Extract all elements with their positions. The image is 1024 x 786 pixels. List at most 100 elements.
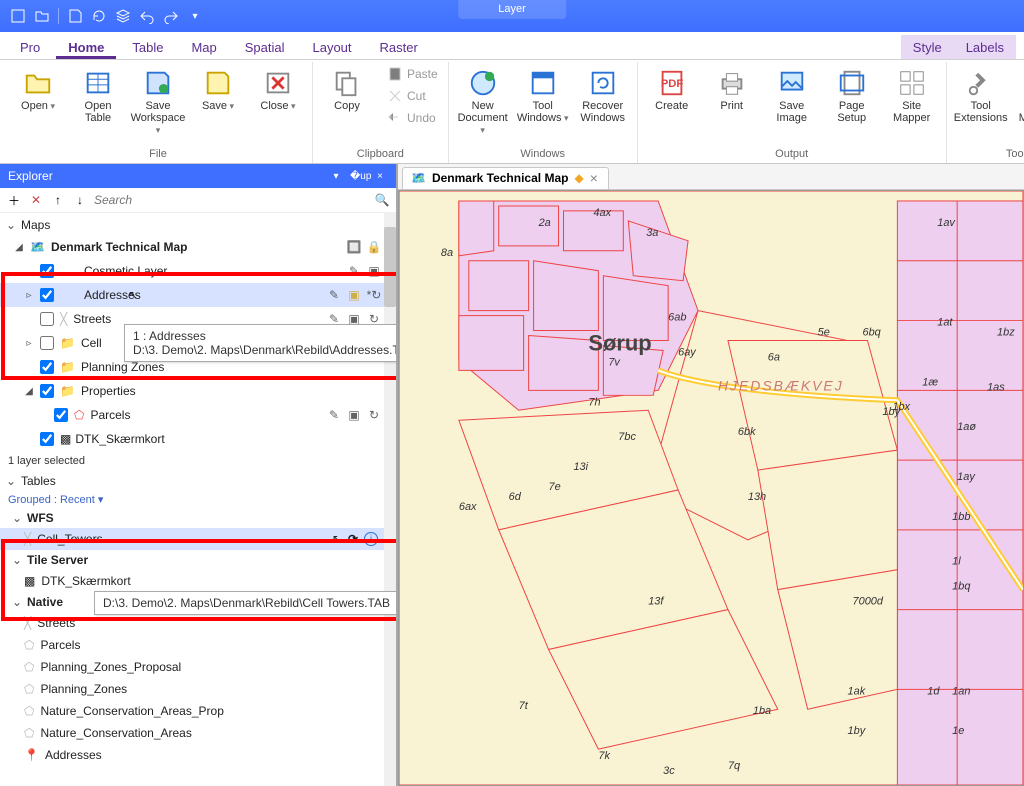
layer-cell-visible[interactable] <box>40 336 54 350</box>
tab-map[interactable]: Map <box>179 35 228 59</box>
table-dtk-tile[interactable]: ▩DTK_Skærmkort <box>0 570 396 592</box>
add-icon[interactable]: ＋ <box>6 192 22 208</box>
map-name: Denmark Technical Map <box>51 240 340 254</box>
page-setup-button[interactable]: Page Setup <box>824 64 880 127</box>
paste-button[interactable]: Paste <box>383 64 442 84</box>
layer-cosmetic-visible[interactable] <box>40 264 54 278</box>
undo-button[interactable]: Undo <box>383 108 442 128</box>
document-tab[interactable]: 🗺️ Denmark Technical Map ◆ × <box>402 167 609 189</box>
layer-properties[interactable]: ◢ 📁 Properties <box>0 379 396 403</box>
label-icon[interactable]: ▣ <box>366 263 382 279</box>
move-up-icon[interactable]: ↑ <box>50 192 66 208</box>
marketplace-button[interactable]: MapInfo Marketplace <box>1013 64 1024 127</box>
map-root[interactable]: ◢ 🗺️ Denmark Technical Map 🔲🔒 <box>0 235 396 259</box>
tool-extensions-button[interactable]: Tool Extensions <box>953 64 1009 127</box>
lock-icon[interactable]: 🔒 <box>366 239 382 255</box>
zoom-icon[interactable]: 🔲 <box>346 239 362 255</box>
close-button[interactable]: Close <box>250 64 306 115</box>
table-addresses[interactable]: 📍Addresses <box>0 744 396 766</box>
qa-more-icon[interactable]: ▾ <box>185 6 205 26</box>
table-pz-proposal[interactable]: ⬠Planning_Zones_Proposal <box>0 656 396 678</box>
print-button[interactable]: Print <box>704 64 760 115</box>
new-document-button[interactable]: New Document <box>455 64 511 139</box>
ribbon: Open Open Table Save Workspace Save Clos… <box>0 60 1024 164</box>
explorer-tree[interactable]: ⌄Maps ◢ 🗺️ Denmark Technical Map 🔲🔒 Cosm… <box>0 213 396 786</box>
table-pz[interactable]: ⬠Planning_Zones <box>0 678 396 700</box>
layer-addresses[interactable]: ▹ Addresses ↖ ✎▣*↻ <box>0 283 396 307</box>
tab-labels[interactable]: Labels <box>954 35 1016 59</box>
edit-icon[interactable]: ✎ <box>346 263 362 279</box>
explorer-scrollbar[interactable] <box>384 213 396 786</box>
close-tab-icon[interactable]: × <box>590 171 598 185</box>
wfs-group[interactable]: ⌄WFS <box>0 508 396 528</box>
qa-open-icon[interactable] <box>32 6 52 26</box>
edit-icon[interactable]: ✎ <box>326 407 342 423</box>
create-button[interactable]: PDFCreate <box>644 64 700 115</box>
grouped-indicator[interactable]: Grouped : Recent ▾ <box>0 491 396 508</box>
label-icon[interactable]: ▣ <box>346 287 362 303</box>
layer-parcels[interactable]: ⬠ Parcels ✎▣↻ <box>0 403 396 427</box>
table-nca-prop[interactable]: ⬠Nature_Conservation_Areas_Prop <box>0 700 396 722</box>
map-canvas[interactable]: Sørup HJEDSBÆKVEJ 2a 4ax 3a 8a 6ab 6ay 7… <box>398 190 1024 786</box>
tool-windows-button[interactable]: Tool Windows <box>515 64 571 127</box>
layer-cosmetic[interactable]: Cosmetic Layer ✎▣ <box>0 259 396 283</box>
tables-section[interactable]: ⌄Tables <box>0 471 396 491</box>
maps-section[interactable]: ⌄Maps <box>0 215 396 235</box>
refresh-icon[interactable]: *↻ <box>366 287 382 303</box>
layer-pz-visible[interactable] <box>40 360 54 374</box>
save-button[interactable]: Save <box>190 64 246 115</box>
tooltip-line1: 1 : Addresses <box>133 329 396 343</box>
tab-layout[interactable]: Layout <box>300 35 363 59</box>
polygon-icon: ⬠ <box>24 682 34 696</box>
ribbon-group-clipboard: Copy Paste Cut Undo Clipboard <box>313 62 449 163</box>
panel-options-icon[interactable]: ▾ <box>328 171 344 182</box>
table-cell-towers[interactable]: ╳ Cell_Towers ↖ ⟳i <box>0 528 396 550</box>
table-parcels[interactable]: ⬠Parcels <box>0 634 396 656</box>
tab-spatial[interactable]: Spatial <box>233 35 297 59</box>
move-down-icon[interactable]: ↓ <box>72 192 88 208</box>
panel-close-icon[interactable]: × <box>372 171 388 182</box>
layer-properties-visible[interactable] <box>40 384 54 398</box>
search-icon[interactable]: 🔍 <box>374 192 390 208</box>
tab-style[interactable]: Style <box>901 35 954 59</box>
table-nca[interactable]: ⬠Nature_Conservation_Areas <box>0 722 396 744</box>
save-workspace-button[interactable]: Save Workspace <box>130 64 186 139</box>
site-mapper-button[interactable]: Site Mapper <box>884 64 940 127</box>
folder-icon: 📁 <box>60 360 75 374</box>
refresh-icon[interactable]: ⟳ <box>348 532 358 546</box>
layer-dtk-visible[interactable] <box>40 432 54 446</box>
qa-refresh-icon[interactable] <box>89 6 109 26</box>
tab-raster[interactable]: Raster <box>368 35 430 59</box>
group-label-file: File <box>10 148 306 162</box>
open-table-button[interactable]: Open Table <box>70 64 126 127</box>
remove-icon[interactable]: ✕ <box>28 192 44 208</box>
search-input[interactable] <box>94 193 368 207</box>
edit-icon[interactable]: ✎ <box>326 287 342 303</box>
layer-dtk[interactable]: ▩ DTK_Skærmkort <box>0 427 396 451</box>
layer-addresses-visible[interactable] <box>40 288 54 302</box>
tab-home[interactable]: Home <box>56 35 116 59</box>
tileserver-group[interactable]: ⌄Tile Server <box>0 550 396 570</box>
svg-text:1bz: 1bz <box>997 327 1015 339</box>
cut-button[interactable]: Cut <box>383 86 442 106</box>
qa-save-icon[interactable] <box>65 6 85 26</box>
qa-new-icon[interactable] <box>8 6 28 26</box>
label-icon[interactable]: ▣ <box>346 407 362 423</box>
qa-undo-icon[interactable] <box>137 6 157 26</box>
tab-pro[interactable]: Pro <box>8 35 52 59</box>
save-image-button[interactable]: Save Image <box>764 64 820 127</box>
info-icon[interactable]: i <box>364 532 378 546</box>
panel-pin-icon[interactable]: �up <box>350 171 366 182</box>
tab-table[interactable]: Table <box>120 35 175 59</box>
layer-streets-visible[interactable] <box>40 312 54 326</box>
explorer-toolbar: ＋ ✕ ↑ ↓ 🔍 <box>0 188 396 213</box>
open-button[interactable]: Open <box>10 64 66 115</box>
qa-layers-icon[interactable] <box>113 6 133 26</box>
copy-button[interactable]: Copy <box>319 64 375 115</box>
qa-redo-icon[interactable] <box>161 6 181 26</box>
svg-text:3a: 3a <box>646 227 658 239</box>
table-streets[interactable]: ╳Streets <box>0 612 396 634</box>
recover-windows-button[interactable]: Recover Windows <box>575 64 631 127</box>
svg-text:3c: 3c <box>663 765 675 777</box>
layer-parcels-visible[interactable] <box>54 408 68 422</box>
